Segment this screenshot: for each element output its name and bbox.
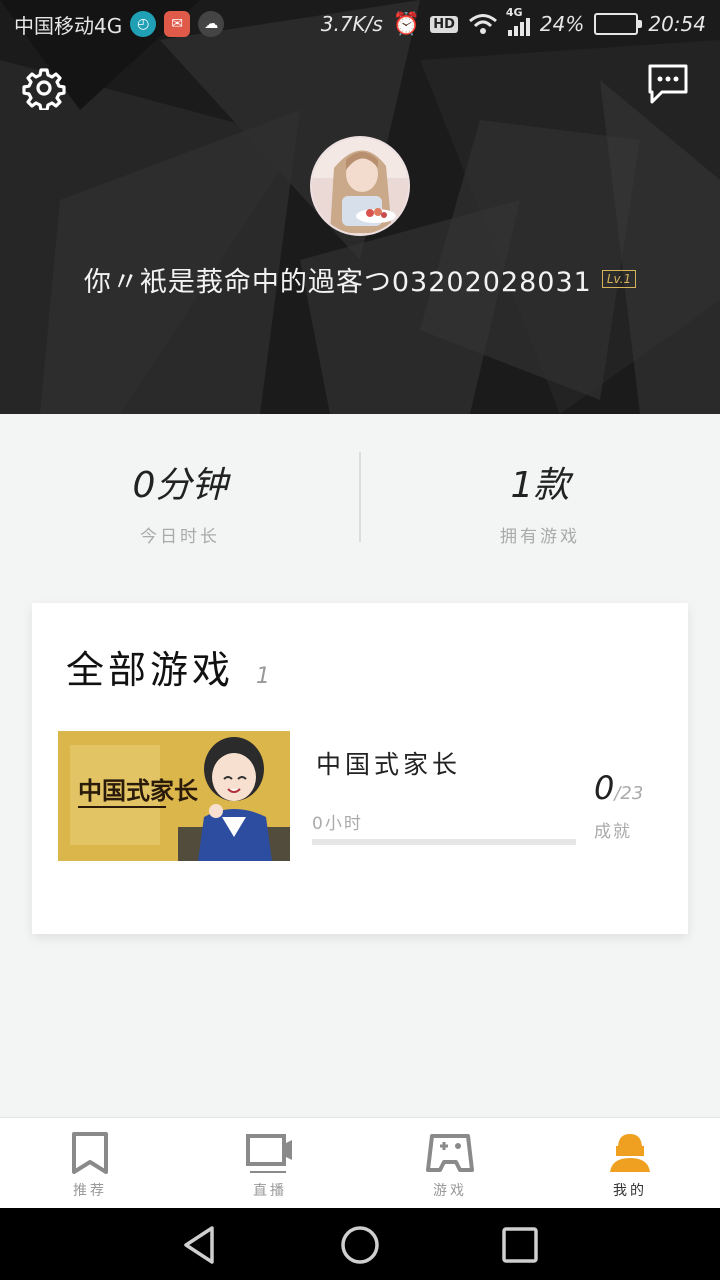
bookmark-icon [72, 1132, 108, 1174]
tab-recommend[interactable]: 推荐 [0, 1118, 180, 1208]
gamepad-icon [426, 1134, 474, 1172]
chat-bubble-icon [648, 64, 688, 104]
achievements-label: 成就 [594, 822, 632, 842]
username: 你〃衹是莪命中的過客つ03202028031 [83, 266, 592, 298]
mail-app-icon: ✉ [164, 11, 191, 37]
bottom-nav: 推荐 直播 游戏 我的 [0, 1117, 720, 1208]
tab-games[interactable]: 游戏 [360, 1118, 540, 1208]
game-name: 中国式家长 [316, 750, 462, 779]
status-bar: 中国移动4G ◴ ✉ ☁ 3.7K/s ⏰ HD 4G 24% 20:54 [0, 0, 720, 48]
game-list-item[interactable]: 中国式家长 中国式家长 0小时 0/23 成就 [58, 731, 662, 861]
achievements-done: 0 [594, 769, 615, 807]
clock-time: 20:54 [648, 12, 706, 36]
network-type: 4G [505, 6, 523, 19]
user-icon [610, 1134, 650, 1172]
carrier-label: 中国移动4G [14, 13, 123, 38]
level-badge: Lv.1 [601, 270, 637, 288]
tab-label: 游戏 [433, 1183, 467, 1199]
stat-label: 拥有游戏 [500, 527, 580, 547]
system-nav-bar [0, 1208, 720, 1280]
stat-value: 0分钟 [132, 465, 228, 506]
stat-value: 1款 [510, 465, 570, 506]
stat-today-time: 0分钟 今日时长 [0, 414, 360, 574]
achievements[interactable]: 0/23 成就 [594, 769, 664, 842]
network-speed: 3.7K/s [320, 12, 383, 36]
recent-apps-icon[interactable] [499, 1224, 541, 1266]
game-thumbnail: 中国式家长 [58, 731, 290, 861]
battery-percent: 24% [539, 12, 585, 36]
tab-label: 直播 [253, 1183, 287, 1199]
gear-icon [22, 68, 66, 112]
home-icon[interactable] [339, 1224, 381, 1266]
weather-app-icon: ☁ [198, 11, 225, 37]
tab-mine[interactable]: 我的 [540, 1118, 720, 1208]
stats-divider [359, 452, 361, 542]
card-header: 全部游戏 1 [66, 639, 270, 694]
tab-label: 推荐 [73, 1183, 107, 1199]
hd-badge: HD [430, 15, 458, 33]
messages-button[interactable] [646, 62, 690, 106]
username-row: 你〃衹是莪命中的過客つ03202028031 Lv.1 [0, 258, 720, 300]
game-cover-title: 中国式家长 [78, 776, 198, 805]
back-icon[interactable] [180, 1224, 222, 1266]
game-count: 1 [256, 664, 271, 689]
stats-panel: 0分钟 今日时长 1款 拥有游戏 [0, 414, 720, 574]
stat-label: 今日时长 [140, 527, 220, 547]
avatar-image [312, 138, 408, 234]
clock-app-icon: ◴ [130, 11, 157, 37]
all-games-card: 全部游戏 1 中国式家长 中国式家长 0小时 0/23 成就 [32, 603, 688, 934]
tab-label: 我的 [613, 1183, 647, 1199]
avatar[interactable] [310, 136, 410, 236]
game-playtime: 0小时 [312, 814, 363, 834]
stat-owned-games[interactable]: 1款 拥有游戏 [360, 414, 720, 574]
wifi-icon [468, 14, 497, 34]
signal-icon: 4G [506, 6, 530, 36]
battery-icon [594, 13, 643, 35]
settings-button[interactable] [22, 66, 66, 112]
alarm-icon: ⏰ [392, 11, 421, 37]
video-camera-icon [246, 1134, 292, 1173]
game-progress-bar [312, 839, 576, 845]
achievements-count: 0/23 [594, 769, 664, 807]
tab-live[interactable]: 直播 [180, 1118, 360, 1208]
achievements-total: /23 [614, 783, 644, 804]
profile-header: 中国移动4G ◴ ✉ ☁ 3.7K/s ⏰ HD 4G 24% 20:54 你〃… [0, 0, 720, 414]
card-title: 全部游戏 [66, 648, 235, 692]
